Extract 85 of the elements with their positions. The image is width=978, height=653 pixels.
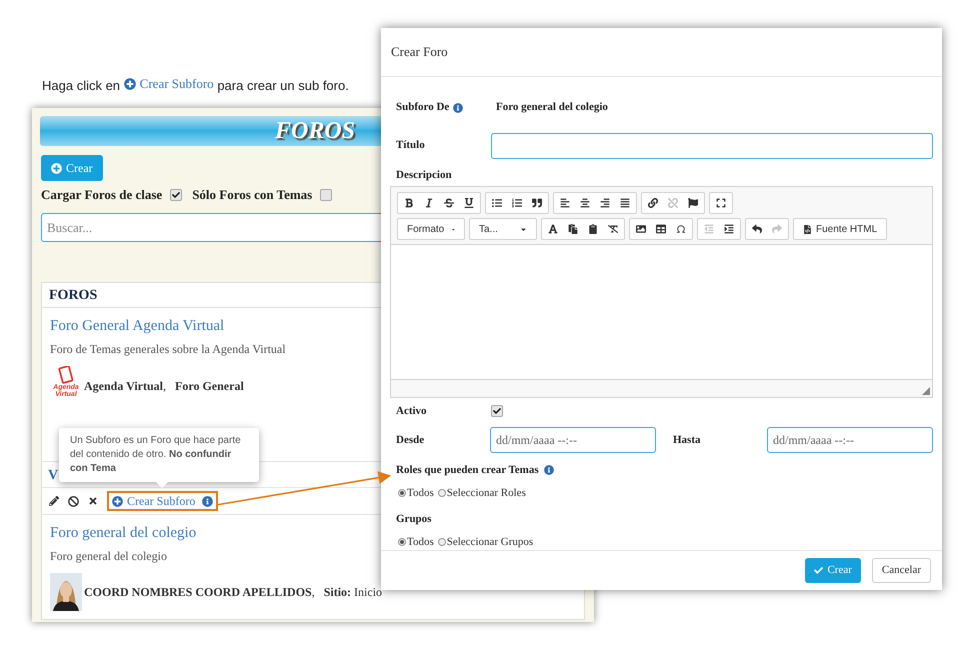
resize-handle-icon[interactable] (922, 387, 930, 396)
create-subforum-link[interactable]: Crear Subforo (124, 74, 214, 94)
radio-button[interactable] (398, 488, 406, 497)
filter-label: Cargar Foros de clase (41, 186, 162, 204)
italic-icon (424, 198, 434, 208)
check-icon (493, 407, 501, 416)
instruction-text: Haga click en Crear Subforo para crear un sub foro. (42, 74, 349, 96)
filter-label: Sólo Foros con Temas (192, 186, 312, 204)
indent-icon (724, 224, 734, 234)
plus-icon (51, 162, 62, 174)
tooltip-text: Un Subforo es un Foro que hace parte del contenido de otro. No confundir con Tema (70, 434, 242, 476)
forum-author: Agenda Virtual, Foro General (84, 378, 244, 395)
strikethrough-icon (444, 198, 454, 208)
forum-author: COORD NOMBRES COORD APELLIDOS, Sitio: Inicio (84, 584, 382, 601)
caret-icon (520, 226, 527, 233)
banner-title: FOROS (275, 117, 356, 146)
radio-option[interactable]: Todos (398, 534, 434, 550)
close-icon[interactable] (88, 496, 98, 506)
table-icon (656, 224, 666, 234)
radio-button[interactable] (398, 538, 406, 546)
undo-icon (752, 224, 762, 234)
paste-icon (568, 224, 578, 234)
forum-title[interactable]: V (48, 468, 58, 484)
file-code-icon (803, 224, 812, 234)
format-dropdown[interactable]: Formato (399, 219, 463, 240)
radio-button[interactable] (438, 538, 446, 546)
bold-icon (404, 198, 414, 208)
field-label: Activo (396, 404, 428, 419)
parent-forum-value: Foro general del colegio (496, 100, 608, 116)
field-label: Desde (396, 432, 426, 448)
cancel-button[interactable]: Cancelar (872, 558, 931, 584)
maximize-icon (716, 198, 726, 208)
text-color-icon (548, 224, 558, 234)
outdent-icon (704, 224, 714, 234)
forum-title[interactable]: Foro general del colegio (50, 523, 196, 543)
justify-icon (620, 198, 630, 208)
radio-option[interactable]: Todos (398, 484, 434, 502)
field-label: Subforo De (396, 99, 496, 116)
field-label: Descripcion (395, 168, 453, 183)
clipboard-icon (588, 224, 598, 234)
info-icon (453, 102, 464, 113)
checkbox[interactable] (320, 189, 332, 201)
align-right-icon (600, 198, 610, 208)
checkbox[interactable] (491, 405, 503, 418)
rich-text-editor[interactable]: Formato Ta... Fuente HTML (390, 186, 933, 398)
checkbox[interactable] (170, 189, 182, 201)
create-subforum-link[interactable]: Crear Subforo (107, 491, 218, 511)
radio-button[interactable] (438, 488, 446, 497)
quote-icon (532, 198, 542, 208)
omega-icon (676, 224, 686, 234)
flag-icon (688, 198, 698, 208)
unlink-icon (668, 198, 678, 208)
underline-icon (464, 198, 474, 208)
forum-title[interactable]: Foro General Agenda Virtual (50, 316, 224, 336)
link-icon (648, 198, 658, 208)
field-label: Hasta (673, 432, 702, 448)
forum-description: Foro general del colegio (50, 548, 167, 565)
align-center-icon (580, 198, 590, 208)
pencil-icon[interactable] (49, 496, 59, 506)
image-icon (636, 224, 646, 234)
clear-format-icon (608, 224, 618, 234)
format-dropdown[interactable]: Ta... (471, 219, 535, 240)
start-date-field[interactable]: dd/mm/aaaa --:-- (490, 427, 656, 454)
field-label: Grupos (396, 512, 432, 528)
numbered-list-icon (512, 198, 522, 208)
ban-icon[interactable] (68, 496, 79, 506)
source-button[interactable]: Fuente HTML (795, 219, 886, 240)
plus-icon (112, 496, 123, 506)
check-icon (814, 566, 824, 576)
title-field[interactable] (491, 132, 933, 159)
align-left-icon (560, 198, 570, 208)
info-icon (202, 496, 214, 506)
radio-option[interactable]: Seleccionar Roles (438, 484, 526, 502)
radio-option[interactable]: Seleccionar Grupos (438, 534, 534, 550)
dialog-title: Crear Foro (391, 43, 448, 62)
redo-icon (772, 224, 782, 234)
field-label: Título (396, 138, 426, 154)
tablet-icon (58, 366, 74, 384)
forum-description: Foro de Temas generales sobre la Agenda Virtual (50, 341, 286, 358)
plus-icon (124, 78, 136, 90)
end-date-field[interactable]: dd/mm/aaaa --:-- (767, 427, 933, 454)
bullet-list-icon (492, 198, 502, 208)
list-title: FOROS (49, 286, 98, 304)
field-label: Roles que pueden crear Temas (396, 463, 539, 478)
check-icon (172, 191, 180, 199)
